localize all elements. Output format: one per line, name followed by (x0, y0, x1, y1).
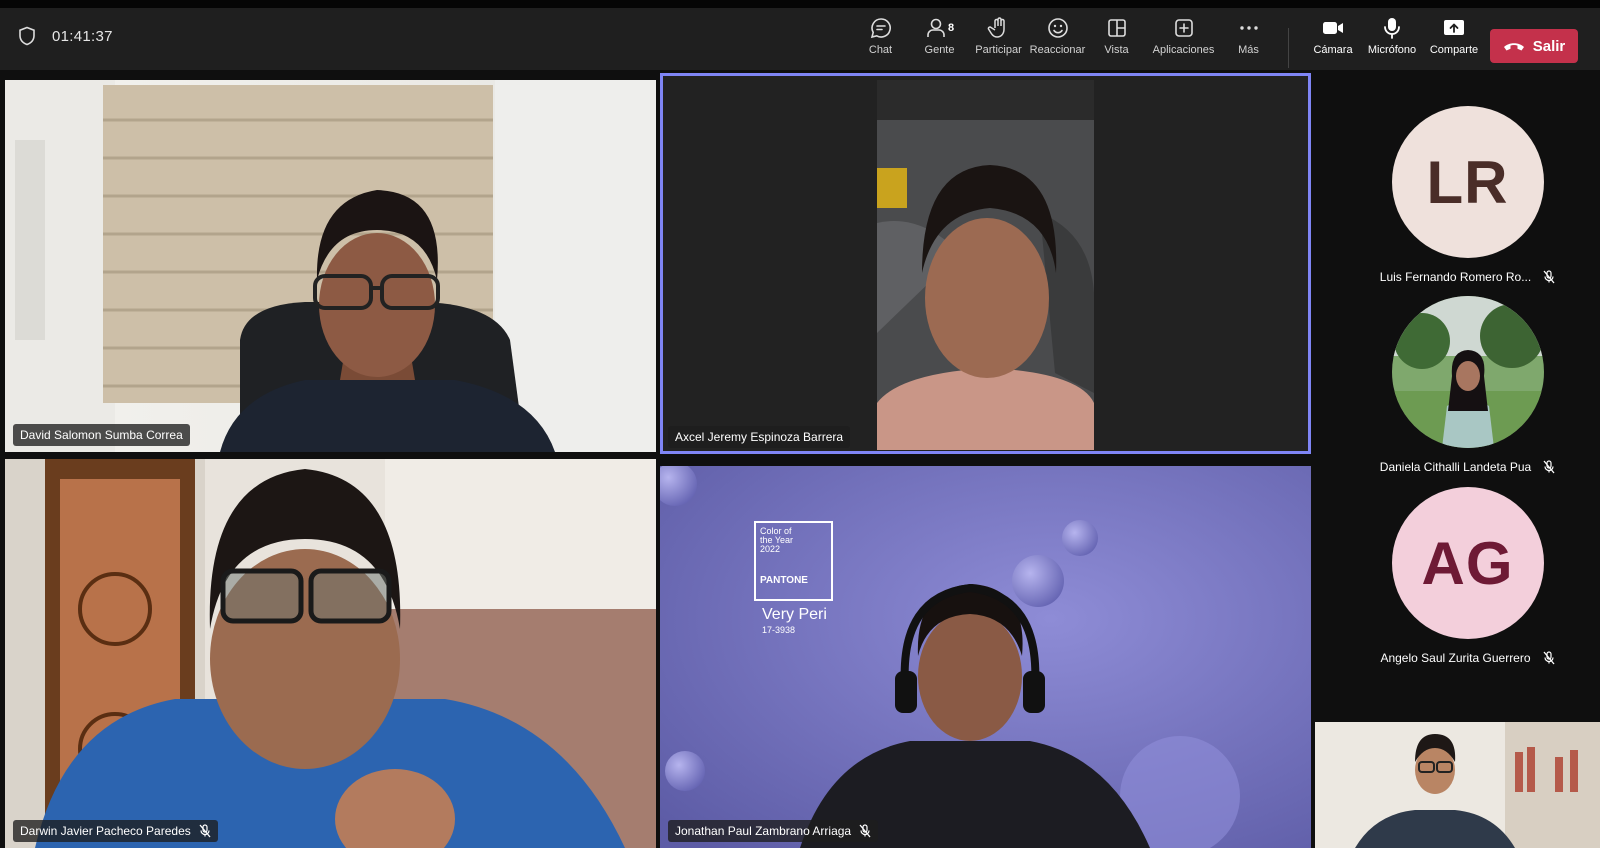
video-tile-darwin[interactable]: Darwin Javier Pacheco Paredes (5, 459, 656, 848)
participant-name: David Salomon Sumba Correa (20, 428, 183, 442)
apps-button[interactable]: Aplicaciones (1146, 14, 1221, 66)
roster-item[interactable]: AG Angelo Saul Zurita Guerrero (1340, 487, 1595, 665)
avatar-photo (1391, 296, 1544, 448)
people-button[interactable]: 8 Gente (910, 14, 969, 66)
mic-off-icon (1543, 270, 1555, 284)
device-controls: Cámara Micrófono Comparte (1304, 14, 1486, 66)
video-feed (660, 466, 1311, 848)
window-top-strip (0, 0, 1600, 8)
view-label: Vista (1104, 44, 1129, 56)
avatar: AG (1391, 487, 1544, 639)
pantone-brand: PANTONE (760, 575, 808, 586)
apps-label: Aplicaciones (1152, 44, 1215, 56)
video-tile-david[interactable]: David Salomon Sumba Correa (5, 80, 656, 452)
hang-up-icon (1503, 43, 1524, 51)
people-label: Gente (924, 44, 955, 56)
participant-name-tag: David Salomon Sumba Correa (13, 424, 190, 446)
mic-off-icon (1543, 651, 1555, 665)
mic-button[interactable]: Micrófono (1362, 14, 1422, 66)
self-view-tile[interactable] (1315, 722, 1600, 848)
participant-name-tag: Darwin Javier Pacheco Paredes (13, 820, 218, 842)
participant-name: Darwin Javier Pacheco Paredes (20, 824, 191, 838)
participant-name-tag: Axcel Jeremy Espinoza Barrera (668, 426, 851, 448)
video-feed (5, 459, 656, 848)
microphone-icon (1384, 18, 1400, 39)
mic-off-icon (859, 824, 871, 838)
mic-off-icon (199, 824, 211, 838)
meeting-info: 01:41:37 (18, 26, 113, 46)
pantone-color-name: Very Peri (762, 606, 827, 623)
participant-roster: LR Luis Fernando Romero Ro... Daniela Ci… (1340, 76, 1600, 716)
toolbar-divider (1288, 28, 1289, 68)
react-label: Reaccionar (1029, 44, 1086, 56)
raise-hand-label: Participar (975, 44, 1022, 56)
chat-icon (870, 18, 891, 39)
add-app-icon (1174, 19, 1193, 37)
avatar: LR (1391, 106, 1544, 258)
video-feed (660, 73, 1311, 454)
pantone-line: 2022 (760, 544, 781, 554)
shield-icon[interactable] (18, 26, 36, 46)
layout-icon (1107, 19, 1126, 37)
more-label: Más (1238, 44, 1259, 56)
roster-item[interactable]: Daniela Cithalli Landeta Pua (1340, 296, 1595, 474)
meeting-controls: Chat 8 Gente Participar Reaccionar Vista… (851, 14, 1276, 66)
meeting-timer: 01:41:37 (52, 27, 113, 45)
share-label: Comparte (1429, 44, 1479, 56)
chat-button[interactable]: Chat (851, 14, 910, 66)
share-button[interactable]: Comparte (1422, 14, 1486, 66)
camera-button[interactable]: Cámara (1304, 14, 1362, 66)
view-button[interactable]: Vista (1087, 14, 1146, 66)
roster-name: Angelo Saul Zurita Guerrero (1380, 651, 1531, 665)
meeting-toolbar: 01:41:37 Chat 8 Gente Participar Reaccio… (0, 8, 1600, 70)
profile-photo (1391, 296, 1544, 448)
roster-item[interactable]: LR Luis Fernando Romero Ro... (1340, 106, 1595, 284)
mic-label: Micrófono (1367, 44, 1417, 56)
chat-label: Chat (868, 44, 893, 56)
video-tile-axcel[interactable]: Axcel Jeremy Espinoza Barrera (660, 73, 1311, 454)
raise-hand-icon (987, 17, 1005, 38)
roster-name: Daniela Cithalli Landeta Pua (1379, 460, 1532, 474)
self-video-feed (1315, 722, 1600, 848)
camera-label: Cámara (1313, 44, 1353, 56)
leave-button[interactable]: Salir (1490, 29, 1578, 63)
react-button[interactable]: Reaccionar (1028, 14, 1087, 66)
participant-name-tag: Jonathan Paul Zambrano Arriaga (668, 820, 879, 842)
camera-icon (1323, 22, 1343, 34)
participant-name: Jonathan Paul Zambrano Arriaga (675, 824, 852, 838)
people-count: 8 (947, 22, 955, 34)
video-tile-jonathan[interactable]: Color of the Year 2022 PANTONE Very Peri… (660, 466, 1311, 848)
video-feed (5, 80, 656, 452)
more-button[interactable]: Más (1221, 14, 1276, 66)
avatar-initials: LR (1426, 148, 1509, 216)
raise-hand-button[interactable]: Participar (969, 14, 1028, 66)
pantone-color-code: 17-3938 (762, 625, 796, 635)
smiley-icon (1047, 18, 1068, 38)
mic-off-icon (1543, 460, 1555, 474)
people-icon (927, 18, 945, 37)
participant-name: Axcel Jeremy Espinoza Barrera (675, 430, 844, 444)
pantone-card: Color of the Year 2022 PANTONE (760, 527, 830, 586)
share-screen-icon (1444, 20, 1464, 35)
roster-name: Luis Fernando Romero Ro... (1379, 270, 1532, 284)
more-icon (1239, 26, 1258, 30)
leave-label: Salir (1532, 37, 1566, 55)
avatar-initials: AG (1421, 529, 1514, 597)
